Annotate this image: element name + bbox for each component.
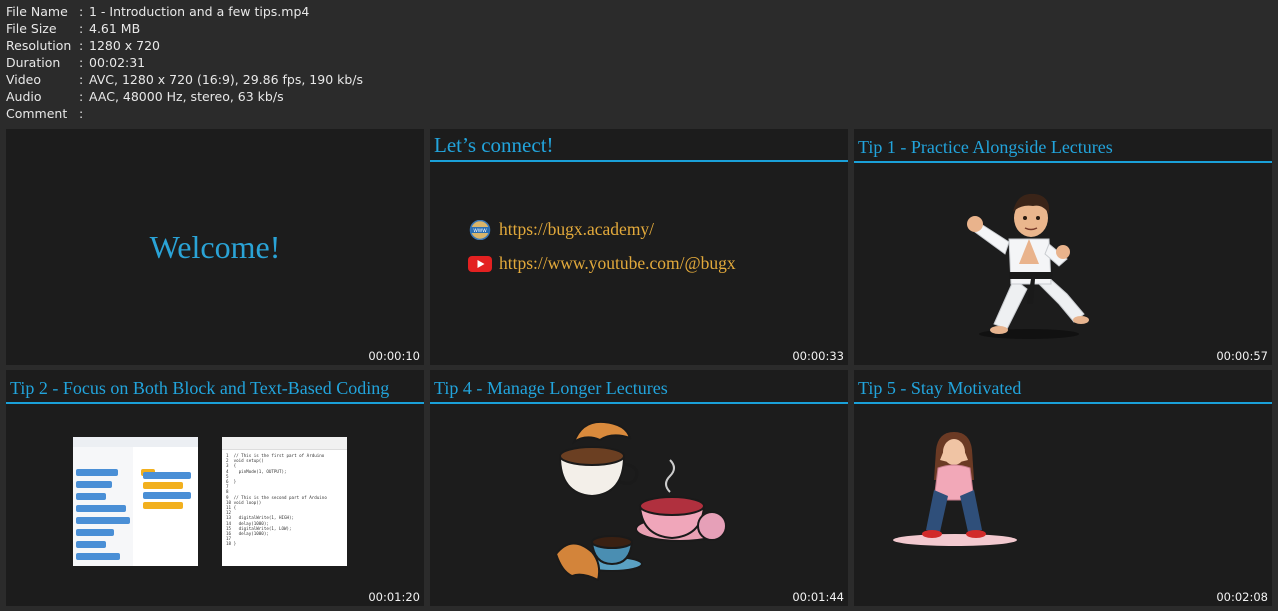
timestamp: 00:00:10 bbox=[368, 349, 420, 363]
youtube-link: https://www.youtube.com/@bugx bbox=[468, 253, 736, 274]
text-code-screenshot: 1 // This is the first part of Arduino 2… bbox=[222, 437, 347, 566]
info-row-video: Video: AVC, 1280 x 720 (16:9), 29.86 fps,… bbox=[6, 72, 364, 87]
title-underline bbox=[6, 402, 424, 404]
thumbnail-welcome[interactable]: Welcome! 00:00:10 bbox=[6, 129, 424, 365]
title-underline bbox=[854, 161, 1272, 163]
slide-title: Tip 5 - Stay Motivated bbox=[858, 378, 1022, 398]
thumbnail-tip-1[interactable]: Tip 1 - Practice Alongside Lectures 00:0… bbox=[854, 129, 1272, 365]
welcome-text: Welcome! bbox=[149, 229, 281, 265]
slide-title: Tip 4 - Manage Longer Lectures bbox=[434, 378, 668, 398]
file-info-panel: File Name:1 - Introduction and a few tip… bbox=[6, 3, 363, 122]
title-underline bbox=[854, 402, 1272, 404]
slide-title: Let’s connect! bbox=[434, 133, 554, 157]
sad-girl-illustration bbox=[893, 432, 1017, 546]
slide-title: Tip 2 - Focus on Both Block and Text-Bas… bbox=[10, 378, 390, 398]
svg-text:WWW: WWW bbox=[473, 227, 487, 233]
karate-kid-illustration bbox=[967, 193, 1089, 339]
slide-title: Tip 1 - Practice Alongside Lectures bbox=[858, 137, 1113, 157]
thumbnail-tip-4[interactable]: Tip 4 - Manage Longer Lectures 00:01:44 bbox=[430, 370, 848, 606]
info-row-duration: Duration:00:02:31 bbox=[6, 55, 146, 70]
info-row-file-name: File Name:1 - Introduction and a few tip… bbox=[6, 4, 310, 19]
globe-www-icon: WWW bbox=[468, 219, 492, 240]
website-link: WWW https://bugx.academy/ bbox=[468, 219, 654, 240]
info-row-file-size: File Size:4.61 MB bbox=[6, 21, 141, 36]
block-editor-toolbar bbox=[73, 437, 198, 447]
title-underline bbox=[430, 160, 848, 162]
info-row-audio: Audio: AAC, 48000 Hz, stereo, 63 kb/s bbox=[6, 89, 284, 104]
thumbnail-tip-2[interactable]: Tip 2 - Focus on Both Block and Text-Bas… bbox=[6, 370, 424, 606]
thumbnail-lets-connect[interactable]: Let’s connect! WWW https://bugx.academy/… bbox=[430, 129, 848, 365]
thumbnail-tip-5[interactable]: Tip 5 - Stay Motivated 00:02:08 bbox=[854, 370, 1272, 606]
block-code-screenshot bbox=[73, 437, 198, 566]
timestamp: 00:00:57 bbox=[1216, 349, 1268, 363]
title-underline bbox=[430, 402, 848, 404]
info-row-comment: Comment: bbox=[6, 106, 84, 121]
timestamp: 00:02:08 bbox=[1216, 590, 1268, 604]
text-editor-toolbar bbox=[222, 437, 347, 450]
coffee-and-croissants-illustration bbox=[554, 420, 727, 582]
youtube-icon bbox=[468, 255, 492, 273]
info-row-resolution: Resolution:1280 x 720 bbox=[6, 38, 161, 53]
timestamp: 00:01:20 bbox=[368, 590, 420, 604]
timestamp: 00:00:33 bbox=[792, 349, 844, 363]
timestamp: 00:01:44 bbox=[792, 590, 844, 604]
arduino-code: 1 // This is the first part of Arduino 2… bbox=[226, 453, 327, 547]
